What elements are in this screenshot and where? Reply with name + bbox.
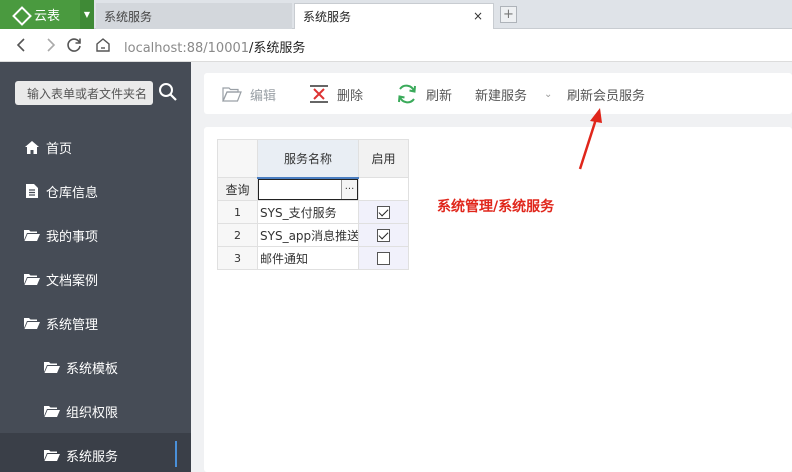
main-area: 编辑 删除 刷新 新建服务 ⌄ 刷新会员服务 服务名称 启用 查询 ... 1 …: [191, 62, 792, 472]
refresh-member-label: 刷新会员服务: [567, 88, 646, 104]
back-icon[interactable]: [12, 35, 32, 55]
sidebar-item-label: 我的事项: [46, 229, 99, 245]
delete-label: 删除: [337, 88, 364, 104]
corner-cell: [217, 139, 258, 178]
url-host: localhost:88/10001: [124, 41, 250, 56]
new-tab-button[interactable]: +: [500, 6, 517, 23]
grid-header-row: 服务名称 启用: [217, 139, 409, 179]
document-icon: [24, 184, 40, 198]
annotation-arrow-icon: [578, 108, 602, 170]
tab-system-service-1[interactable]: 系统服务: [96, 3, 292, 29]
tab-close-icon[interactable]: ×: [473, 9, 483, 23]
filter-input[interactable]: ...: [258, 178, 358, 200]
sidebar-item-system-services[interactable]: 系统服务: [0, 433, 191, 472]
url-path: /系统服务: [249, 41, 306, 56]
refresh-button[interactable]: 刷新: [396, 84, 452, 104]
new-service-button[interactable]: 新建服务: [475, 84, 527, 104]
new-service-label: 新建服务: [475, 88, 528, 104]
service-name-cell[interactable]: SYS_支付服务: [257, 200, 359, 224]
sidebar-item-system-management[interactable]: 系统管理: [0, 301, 191, 345]
row-number: 1: [217, 200, 258, 224]
brand-logo-icon: [14, 8, 28, 22]
sidebar-item-label: 系统模板: [66, 361, 119, 377]
row-number: 3: [217, 246, 258, 270]
table-row[interactable]: 2 SYS_app消息推送服: [217, 223, 409, 247]
reload-icon[interactable]: [64, 35, 84, 55]
column-header-enable[interactable]: 启用: [358, 139, 409, 178]
annotation-text: 系统管理/系统服务: [437, 199, 555, 215]
plus-icon: +: [503, 7, 514, 22]
active-indicator: [175, 441, 177, 467]
filter-label: 查询: [217, 177, 258, 201]
new-service-dropdown-icon[interactable]: ⌄: [544, 84, 552, 104]
refresh-member-service-button[interactable]: 刷新会员服务: [567, 84, 645, 104]
sidebar-item-my-tasks[interactable]: 我的事项: [0, 213, 191, 257]
refresh-icon: [396, 83, 418, 105]
brand-label: 云表: [34, 9, 61, 24]
folder-open-icon: [44, 448, 60, 462]
address-bar: localhost:88/10001/系统服务: [0, 29, 792, 62]
column-header-name[interactable]: 服务名称: [257, 139, 359, 179]
home-icon: [24, 140, 40, 154]
search-placeholder: 输入表单或者文件夹名: [27, 86, 148, 101]
toolbar: 编辑 删除 刷新 新建服务 ⌄ 刷新会员服务: [204, 73, 792, 114]
service-name-cell[interactable]: 邮件通知: [257, 246, 359, 270]
sidebar-item-label: 首页: [46, 141, 73, 157]
table-row[interactable]: 1 SYS_支付服务: [217, 200, 409, 224]
filter-cell-enable: [358, 177, 409, 201]
brand-button[interactable]: 云表: [0, 0, 80, 29]
enable-checkbox[interactable]: [377, 206, 390, 219]
enable-cell: [358, 223, 409, 247]
search-icon[interactable]: [158, 82, 178, 102]
sidebar-item-doc-cases[interactable]: 文档案例: [0, 257, 191, 301]
filter-button[interactable]: ...: [341, 179, 357, 199]
edit-button[interactable]: 编辑: [222, 84, 276, 104]
folder-open-icon: [222, 86, 242, 102]
folder-open-icon: [24, 272, 40, 286]
services-grid: 服务名称 启用 查询 ... 1 SYS_支付服务 2 SYS_app消息推送服: [217, 139, 409, 270]
sidebar: 输入表单或者文件夹名 首页 仓库信息 我的事项 文档案例 系统管理 系统模板 组…: [0, 62, 191, 472]
tab-label: 系统服务: [104, 9, 153, 24]
sidebar-item-label: 系统服务: [66, 449, 119, 465]
sidebar-item-label: 仓库信息: [46, 185, 99, 201]
sidebar-item-warehouse[interactable]: 仓库信息: [0, 169, 191, 213]
filter-cell: ...: [257, 177, 359, 201]
brand-dropdown-icon[interactable]: ▼: [80, 0, 94, 29]
forward-icon[interactable]: [40, 35, 60, 55]
sidebar-item-label: 组织权限: [66, 405, 119, 421]
edit-label: 编辑: [250, 88, 277, 104]
sidebar-search-input[interactable]: 输入表单或者文件夹名: [15, 81, 153, 105]
service-name-cell[interactable]: SYS_app消息推送服: [257, 223, 359, 247]
home-page-icon[interactable]: [93, 35, 113, 55]
browser-tab-bar: 云表 ▼ 系统服务 系统服务 × +: [0, 0, 792, 29]
enable-cell: [358, 246, 409, 270]
tab-label: 系统服务: [303, 10, 352, 24]
filter-row: 查询 ...: [217, 177, 409, 201]
sidebar-item-label: 文档案例: [46, 273, 99, 289]
content-panel: 服务名称 启用 查询 ... 1 SYS_支付服务 2 SYS_app消息推送服: [204, 127, 792, 472]
refresh-label: 刷新: [426, 88, 453, 104]
enable-checkbox[interactable]: [377, 252, 390, 265]
table-row[interactable]: 3 邮件通知: [217, 246, 409, 270]
sidebar-item-org-permissions[interactable]: 组织权限: [0, 389, 191, 433]
delete-icon: [309, 85, 329, 103]
enable-cell: [358, 200, 409, 224]
tab-system-service-2[interactable]: 系统服务 ×: [294, 3, 494, 29]
folder-open-icon: [24, 316, 40, 330]
sidebar-item-home[interactable]: 首页: [0, 125, 191, 169]
row-number: 2: [217, 223, 258, 247]
sidebar-item-system-templates[interactable]: 系统模板: [0, 345, 191, 389]
sidebar-item-label: 系统管理: [46, 317, 99, 333]
folder-open-icon: [44, 404, 60, 418]
folder-open-icon: [24, 228, 40, 242]
enable-checkbox[interactable]: [377, 229, 390, 242]
delete-button[interactable]: 删除: [309, 84, 363, 104]
url-field[interactable]: localhost:88/10001/系统服务: [124, 37, 305, 56]
folder-open-icon: [44, 360, 60, 374]
